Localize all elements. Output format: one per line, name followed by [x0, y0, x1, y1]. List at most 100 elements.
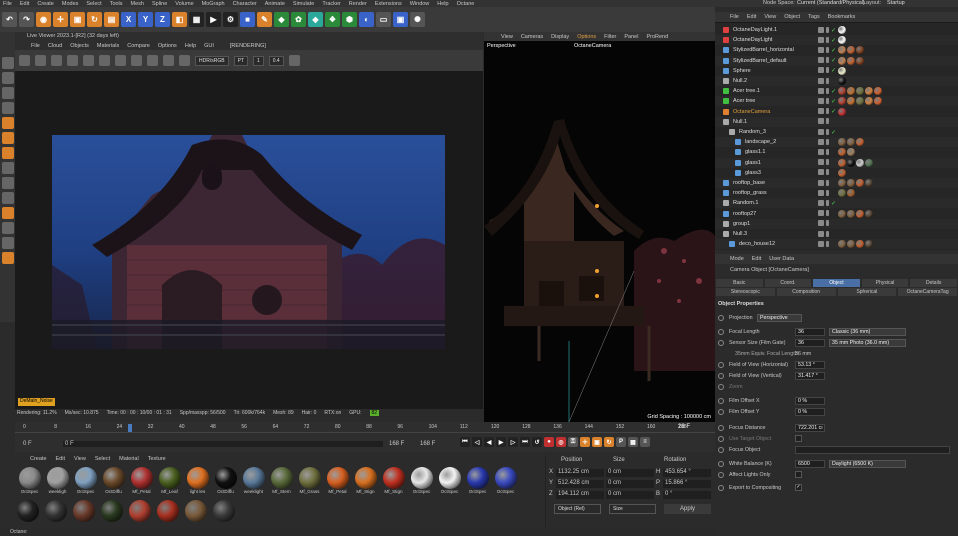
timeline-ruler[interactable]: 0 8 16 24 32 40 48 56 64 72 80 88 96 104 112 120 128 136 1…	[15, 424, 695, 432]
soft-selection-icon[interactable]	[1, 222, 14, 234]
editor-visibility-icon[interactable]	[818, 138, 824, 145]
lv-menu-compare[interactable]: Compare	[127, 43, 150, 49]
om-menu-bookmarks[interactable]: Bookmarks	[828, 14, 856, 20]
menu-octane[interactable]: Octane	[457, 1, 475, 7]
material-tag-icon[interactable]	[847, 87, 855, 96]
node-space-select[interactable]: Current (Standard/Physical)	[797, 0, 865, 6]
material-tag-icon[interactable]	[856, 240, 864, 249]
material-tag-icon[interactable]	[838, 189, 846, 198]
end-frame-field[interactable]: 168 F	[420, 441, 435, 447]
material-tag-icon[interactable]	[838, 66, 846, 75]
property-value-field[interactable]: 36	[795, 338, 825, 347]
key-pla-icon[interactable]: ▦	[628, 437, 638, 447]
editor-visibility-icon[interactable]	[818, 169, 824, 176]
object-name[interactable]: group1	[733, 221, 750, 227]
editor-visibility-icon[interactable]	[818, 87, 824, 94]
object-name[interactable]: OctaneDayLight	[733, 37, 772, 43]
z-axis-icon[interactable]: Z	[155, 12, 170, 27]
points-mode-icon[interactable]	[1, 87, 14, 99]
lock-workplane-icon[interactable]	[1, 177, 14, 189]
object-name[interactable]: deco_house12	[739, 241, 775, 247]
material-tag-icon[interactable]	[838, 26, 846, 34]
material-swatch[interactable]: OctSpec	[409, 467, 434, 494]
animate-dot-icon[interactable]	[718, 383, 724, 390]
viewport-3d[interactable]: Perspective OctaneCamera Grid Spacing : …	[484, 41, 715, 422]
om-menu-tags[interactable]: Tags	[808, 14, 820, 20]
redo-icon[interactable]: ↷	[19, 12, 34, 27]
coordinate-system-icon[interactable]: ◧	[172, 12, 187, 27]
coord-size-select[interactable]: Size	[609, 504, 656, 514]
floor-icon[interactable]: ▭	[376, 12, 391, 27]
apply-button[interactable]: Apply	[664, 504, 711, 514]
go-to-start-icon[interactable]: ⏮	[460, 437, 470, 447]
property-dropdown[interactable]: Daylight (6500 K)	[829, 459, 906, 468]
material-tag-icon[interactable]	[838, 209, 846, 218]
om-menu-view[interactable]: View	[764, 14, 776, 20]
layout-select[interactable]: Startup	[887, 0, 905, 6]
render-visibility-icon[interactable]	[826, 148, 829, 155]
render-view-icon[interactable]: ▦	[189, 12, 204, 27]
object-row[interactable]: deco_house12 ✓	[715, 239, 958, 250]
vp-menu-prorender[interactable]: ProRend	[646, 34, 668, 40]
material-tag-icon[interactable]	[838, 46, 846, 55]
material-tag-icon[interactable]	[856, 46, 864, 55]
property-value-field[interactable]: 722.201 cı	[795, 423, 825, 432]
object-row[interactable]: rooftop_grass ✓	[715, 188, 958, 198]
material-swatch[interactable]: Mf_Leaf	[157, 467, 182, 494]
position-field[interactable]: 512.428 cm	[556, 480, 604, 488]
save-image-icon[interactable]	[288, 55, 300, 66]
effector-icon[interactable]: ⬢	[342, 12, 357, 27]
property-value-field[interactable]: 0 %	[795, 407, 825, 416]
render-visibility-icon[interactable]	[826, 77, 829, 84]
editor-visibility-icon[interactable]	[818, 179, 824, 186]
animate-dot-icon[interactable]	[718, 471, 724, 478]
animate-dot-icon[interactable]	[718, 408, 724, 415]
menu-tracker[interactable]: Tracker	[322, 1, 340, 7]
render-visibility-icon[interactable]	[826, 128, 829, 135]
magnet-icon[interactable]	[1, 207, 14, 219]
texture-mode-icon[interactable]	[1, 252, 14, 264]
material-tag-icon[interactable]	[874, 87, 882, 96]
pick-focus-icon[interactable]	[163, 55, 174, 66]
edges-mode-icon[interactable]	[1, 102, 14, 114]
vp-menu-view[interactable]: View	[501, 34, 513, 40]
field-icon[interactable]: ◐	[359, 12, 374, 27]
material-tag-icon[interactable]	[856, 97, 864, 106]
material-tag-icon[interactable]	[847, 56, 855, 65]
enabled-check-icon[interactable]: ✓	[831, 37, 836, 44]
am-menu-edit[interactable]: Edit	[752, 256, 761, 262]
property-checkbox[interactable]: ✓	[795, 484, 802, 491]
pen-icon[interactable]: ✎	[257, 12, 272, 27]
property-dropdown[interactable]: 35 mm Photo (36.0 mm)	[829, 338, 906, 347]
mat-menu-view[interactable]: View	[74, 456, 86, 462]
lv-value-2[interactable]: 0.4	[268, 55, 284, 66]
object-name[interactable]: landscape_2	[745, 139, 776, 145]
menu-mograph[interactable]: MoGraph	[202, 1, 225, 7]
object-name[interactable]: StylizedBarrel_default	[733, 58, 787, 64]
render-visibility-icon[interactable]	[826, 36, 829, 43]
object-name[interactable]: Random.1	[733, 200, 758, 206]
position-field[interactable]: 1132.25 cm	[556, 469, 604, 477]
menu-render[interactable]: Render	[349, 1, 367, 7]
object-name[interactable]: Random_3	[739, 129, 766, 135]
region-render-icon[interactable]	[67, 55, 78, 66]
editor-visibility-icon[interactable]	[818, 67, 824, 74]
object-name[interactable]: OctaneDayLight.1	[733, 27, 777, 33]
material-tag-icon[interactable]	[865, 240, 873, 249]
material-swatch[interactable]: weekligh	[45, 467, 70, 494]
go-to-end-icon[interactable]: ⏭	[520, 437, 530, 447]
menu-edit[interactable]: Edit	[20, 1, 29, 7]
render-mode-select[interactable]: PT	[233, 55, 248, 66]
deformer-icon[interactable]: ◈	[308, 12, 323, 27]
material-swatch[interactable]: Mf_Petal	[129, 467, 154, 494]
enabled-check-icon[interactable]: ✓	[831, 98, 836, 105]
cloner-icon[interactable]: ✿	[291, 12, 306, 27]
property-checkbox[interactable]	[795, 435, 802, 442]
property-value-field[interactable]: 53.13 °	[795, 360, 825, 369]
menu-create[interactable]: Create	[37, 1, 54, 7]
animate-dot-icon[interactable]	[718, 484, 724, 491]
editor-visibility-icon[interactable]	[818, 148, 824, 155]
property-value-field[interactable]: 36	[795, 327, 825, 336]
focus-object-link-field[interactable]	[795, 445, 950, 454]
material-preview-icon[interactable]	[213, 500, 235, 522]
